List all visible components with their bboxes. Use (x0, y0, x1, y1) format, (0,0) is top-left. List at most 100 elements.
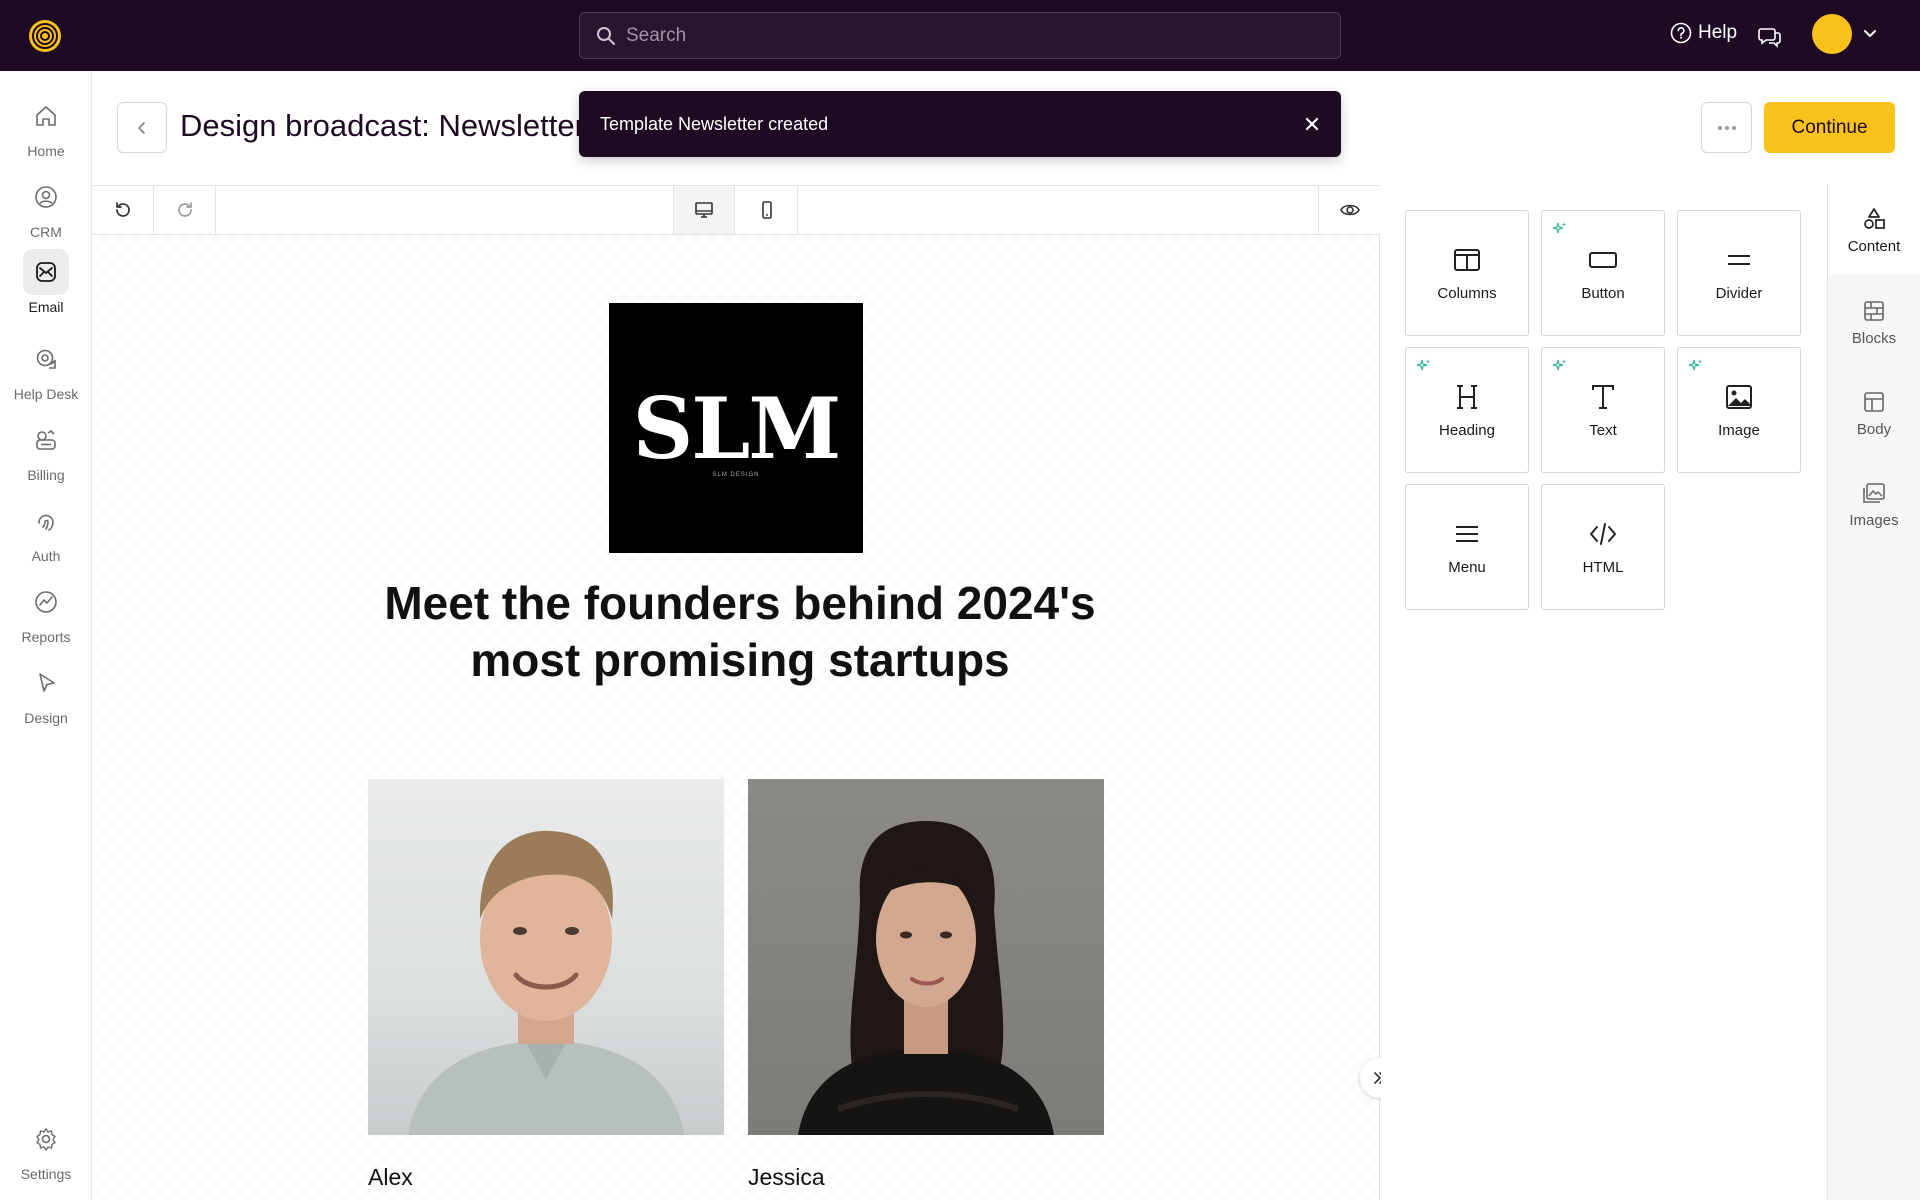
nav-item-crm[interactable]: CRM (0, 174, 92, 240)
tab-content[interactable]: Content (1828, 185, 1920, 275)
nav-item-billing[interactable]: Billing (0, 417, 92, 483)
tool-label-image: Image (1718, 421, 1760, 439)
email-logo-text: SLM (632, 378, 842, 478)
chart-icon (23, 579, 69, 625)
divider-icon (1728, 254, 1750, 265)
tab-body[interactable]: Body (1828, 368, 1920, 458)
nav-label-reports: Reports (21, 629, 71, 645)
nav-label-design: Design (24, 710, 68, 726)
search-input[interactable] (626, 24, 1306, 47)
person-photo-jessica-illustration (798, 821, 1054, 1135)
more-horizontal-icon (1717, 125, 1736, 130)
nav-label-help-desk: Help Desk (13, 386, 79, 402)
person-photo-jessica[interactable] (748, 779, 1104, 1135)
button-icon (1589, 251, 1617, 268)
nav-item-reports[interactable]: Reports (0, 579, 92, 645)
tool-text[interactable]: Text (1541, 347, 1665, 473)
app-logo-icon[interactable] (28, 19, 62, 53)
tab-label-images: Images (1849, 511, 1899, 529)
editor-toolbar (92, 185, 1380, 235)
chat-bubbles-icon (23, 336, 69, 382)
nav-item-design[interactable]: Design (0, 660, 92, 726)
person-photo-alex[interactable] (368, 779, 724, 1135)
eye-icon (1339, 204, 1360, 216)
ai-sparkle-icon (1552, 222, 1567, 234)
tool-button[interactable]: Button (1541, 210, 1665, 336)
undo-button[interactable] (92, 186, 154, 234)
tool-columns[interactable]: Columns (1405, 210, 1529, 336)
nav-item-settings[interactable]: Settings (0, 1116, 92, 1182)
help-label: Help (1698, 22, 1738, 43)
layout-icon (1864, 391, 1884, 412)
nav-label-crm: CRM (30, 224, 62, 240)
tool-label-button: Button (1581, 284, 1625, 302)
mobile-view-button[interactable] (736, 186, 798, 234)
preview-button[interactable] (1318, 186, 1380, 234)
help-circle-icon (1670, 22, 1692, 44)
avatar[interactable] (1812, 14, 1852, 54)
blocks-icon (1864, 300, 1884, 321)
home-icon (23, 93, 69, 139)
toast-message: Template Newsletter created (600, 113, 829, 134)
close-icon (1305, 117, 1319, 131)
page-title: Design broadcast: Newsletter (180, 108, 585, 143)
tool-label-html: HTML (1582, 558, 1624, 576)
chevron-left-icon (138, 121, 145, 134)
tool-divider[interactable]: Divider (1677, 210, 1801, 336)
mobile-icon (761, 201, 772, 219)
tool-heading[interactable]: Heading (1405, 347, 1529, 473)
nav-label-auth: Auth (31, 548, 61, 564)
tool-label-text: Text (1589, 421, 1617, 439)
nav-item-email[interactable]: Email (0, 249, 92, 315)
cursor-icon (23, 660, 69, 706)
nav-item-home[interactable]: Home (0, 93, 92, 159)
toast-close-button[interactable] (1301, 113, 1323, 135)
email-icon (23, 249, 69, 295)
email-heading[interactable]: Meet the founders behind 2024's most pro… (372, 575, 1108, 689)
top-bar: Help (0, 0, 1920, 71)
left-navigation: Home CRM Email Help Desk Billing Auth Re… (0, 71, 92, 1200)
gear-icon (23, 1116, 69, 1162)
person-name-alex[interactable]: Alex (368, 1164, 413, 1191)
email-canvas[interactable]: SLM SLM DESIGN Meet the founders behind … (92, 235, 1380, 1200)
chevron-down-icon[interactable] (1862, 26, 1878, 42)
tool-menu[interactable]: Menu (1405, 484, 1529, 610)
email-logo-image[interactable]: SLM SLM DESIGN (609, 303, 863, 553)
tool-label-divider: Divider (1715, 284, 1763, 302)
search-box[interactable] (579, 12, 1341, 59)
fingerprint-icon (23, 498, 69, 544)
person-name-jessica[interactable]: Jessica (748, 1164, 825, 1191)
tab-blocks[interactable]: Blocks (1828, 277, 1920, 367)
nav-item-auth[interactable]: Auth (0, 498, 92, 564)
tab-label-blocks: Blocks (1851, 329, 1897, 347)
text-icon (1592, 384, 1614, 409)
search-icon (597, 26, 615, 45)
content-tools-panel: Columns Button Divider Heading Text Imag… (1381, 185, 1828, 1200)
redo-button[interactable] (154, 186, 216, 234)
user-circle-icon (23, 174, 69, 220)
back-button[interactable] (117, 102, 167, 153)
undo-icon (115, 202, 130, 217)
chat-icon[interactable] (1757, 23, 1783, 49)
ai-sparkle-icon (1416, 359, 1431, 371)
code-icon (1590, 522, 1616, 545)
nav-item-help-desk[interactable]: Help Desk (0, 336, 92, 402)
desktop-view-button[interactable] (673, 186, 735, 234)
nav-label-settings: Settings (20, 1166, 72, 1182)
image-icon (1726, 384, 1752, 409)
tab-images[interactable]: Images (1828, 459, 1920, 549)
tool-label-columns: Columns (1437, 284, 1497, 302)
help-link[interactable]: Help (1670, 22, 1737, 44)
nav-label-billing: Billing (27, 467, 65, 483)
redo-icon (177, 202, 192, 217)
ai-sparkle-icon (1688, 359, 1703, 371)
desktop-icon (695, 202, 713, 218)
tool-image[interactable]: Image (1677, 347, 1801, 473)
more-options-button[interactable] (1701, 102, 1752, 153)
continue-button[interactable]: Continue (1764, 102, 1895, 153)
tab-label-content: Content (1847, 237, 1901, 255)
images-icon (1863, 482, 1885, 503)
person-photo-alex-illustration (408, 830, 684, 1135)
tool-html[interactable]: HTML (1541, 484, 1665, 610)
heading-icon (1457, 384, 1477, 409)
